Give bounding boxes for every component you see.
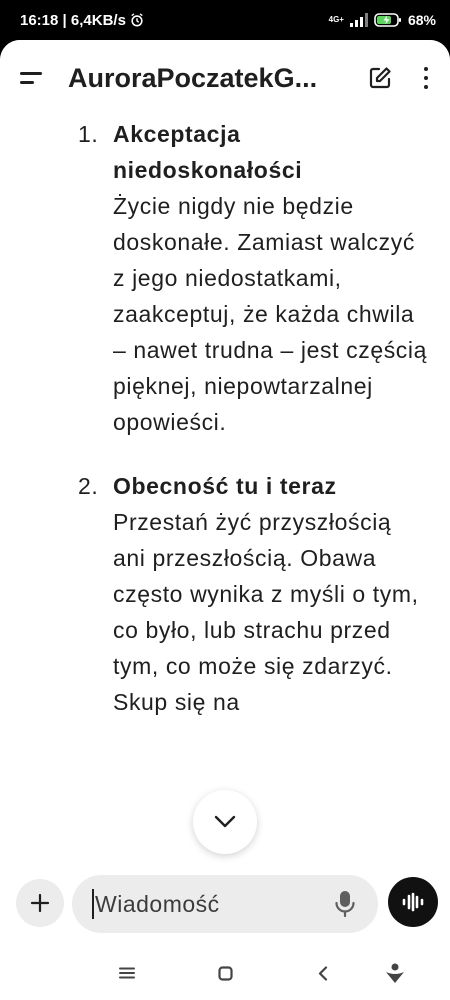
back-button[interactable]: [311, 961, 335, 985]
signal-icon: [349, 13, 368, 27]
recents-button[interactable]: [115, 961, 139, 985]
voice-mode-button[interactable]: [388, 877, 438, 927]
list-item-body: Przestań żyć przyszłością ani przeszłośc…: [113, 509, 419, 715]
assistant-icon: [386, 963, 404, 983]
numbered-list: 1. Akceptacja niedoskonałości Życie nigd…: [0, 116, 450, 720]
back-icon: [318, 965, 328, 981]
message-content: 1. Akceptacja niedoskonałości Życie nigd…: [0, 116, 450, 876]
list-item-body: Życie nigdy nie będzie doskonałe. Zamias…: [113, 193, 428, 435]
status-time-speed: 16:18 | 6,4KB/s: [20, 11, 126, 29]
scroll-to-bottom-button[interactable]: [193, 790, 257, 854]
chat-screen: AuroraPoczatekG... 1. Akceptacja niedosk…: [0, 40, 450, 1000]
edit-icon[interactable]: [366, 64, 394, 92]
assistant-button[interactable]: [383, 961, 407, 985]
add-button[interactable]: [16, 879, 64, 927]
home-icon: [217, 965, 233, 981]
status-bar: 16:18 | 6,4KB/s 4G+ 68%: [0, 0, 450, 40]
message-placeholder: Wiadomość: [95, 890, 220, 917]
plus-icon: [30, 893, 50, 913]
message-input[interactable]: Wiadomość: [72, 875, 378, 933]
composer: Wiadomość: [0, 868, 450, 946]
list-item: 2. Obecność tu i teraz Przestań żyć przy…: [0, 468, 450, 720]
list-item-number: 1.: [78, 121, 99, 147]
text-cursor: [92, 889, 94, 919]
microphone-icon[interactable]: [334, 890, 356, 918]
top-app-bar: AuroraPoczatekG...: [0, 40, 450, 116]
more-vertical-icon[interactable]: [416, 64, 436, 92]
list-item-number: 2.: [78, 473, 99, 499]
recents-icon: [119, 967, 135, 979]
alarm-icon: [131, 13, 143, 27]
home-button[interactable]: [213, 961, 237, 985]
list-item-heading: Obecność tu i teraz: [113, 473, 337, 499]
battery-icon: [374, 13, 401, 27]
battery-level: 68%: [407, 12, 436, 28]
menu-icon[interactable]: [20, 64, 48, 92]
waveform-icon: [402, 892, 424, 912]
conversation-title[interactable]: AuroraPoczatekG...: [68, 63, 324, 94]
list-item: 1. Akceptacja niedoskonałości Życie nigd…: [0, 116, 450, 440]
list-item-heading: Akceptacja niedoskonałości: [113, 121, 303, 183]
network-type: 4G+: [328, 15, 344, 24]
chevron-down-icon: [214, 815, 236, 828]
system-nav-bar: [0, 946, 450, 1000]
